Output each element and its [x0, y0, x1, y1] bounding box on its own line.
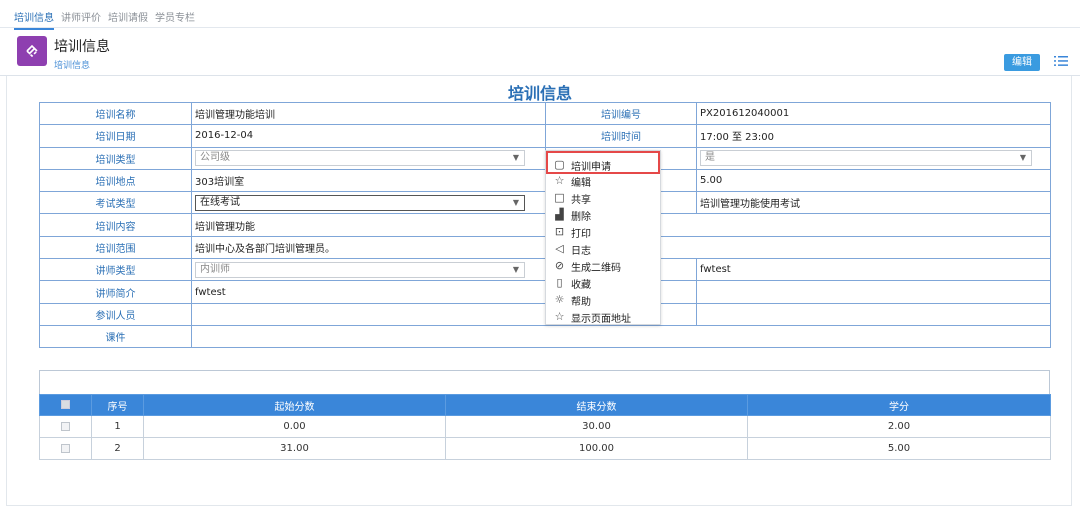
lecturer-value: fwtest	[696, 258, 1051, 282]
end-score: 30.00	[445, 415, 748, 438]
select-all-checkbox[interactable]	[61, 400, 70, 409]
field-label: 讲师简介	[39, 280, 192, 304]
menu-item-share[interactable]: □ 共享	[546, 189, 662, 206]
row-number: 2	[91, 437, 144, 460]
training-number-value: PX201612040001	[696, 101, 1051, 126]
star-icon: ☆	[554, 174, 565, 187]
table-row: 1 0.00 30.00 2.00	[39, 415, 1051, 438]
bar-chart-icon: ▟	[555, 208, 564, 221]
credit-value: 5.00	[696, 168, 1051, 193]
tab-lecturer-evaluation[interactable]: 讲师评价	[61, 9, 101, 24]
row-checkbox[interactable]	[61, 421, 70, 431]
courseware-value	[191, 324, 1051, 349]
training-type-select[interactable]: 公司级 ▼	[195, 150, 525, 167]
form-row: 培训日期 2016-12-04 培训时间 17:00 至 23:00	[39, 124, 1051, 148]
column-header: 序号	[91, 394, 144, 416]
breadcrumb[interactable]: 培训信息	[54, 58, 90, 71]
field-label: 培训时间	[545, 124, 697, 148]
table-row: 2 31.00 100.00 5.00	[39, 437, 1051, 460]
menu-item-log[interactable]: ◁ 日志	[546, 240, 662, 257]
window-icon: □	[554, 191, 565, 204]
send-icon: ◁	[555, 242, 564, 255]
credit: 5.00	[747, 437, 1051, 460]
chevron-down-icon: ▼	[512, 264, 519, 274]
column-header: 结束分数	[445, 394, 748, 416]
menu-item-edit[interactable]: ☆ 编辑	[546, 172, 662, 189]
list-menu-icon[interactable]	[1053, 53, 1069, 69]
field-label: 培训名称	[39, 101, 192, 126]
star-outline-icon: ☆	[554, 310, 565, 323]
yes-no-select[interactable]: 是 ▼	[700, 150, 1032, 167]
field-label: 讲师类型	[39, 258, 192, 282]
column-header: 起始分数	[143, 394, 446, 416]
field-label: 培训类型	[39, 146, 192, 170]
top-tab-bar: 培训信息 讲师评价 培训请假 学员专栏	[0, 0, 1080, 30]
menu-item-qrcode[interactable]: ⊘ 生成二维码	[546, 257, 662, 274]
field-label: 培训地点	[39, 168, 192, 193]
field-label: 培训内容	[39, 213, 192, 237]
field-label: 培训日期	[39, 124, 192, 148]
edit-button[interactable]: 编辑	[1004, 54, 1040, 71]
lecturer-intro-value: fwtest	[191, 280, 546, 304]
start-score: 0.00	[143, 415, 446, 438]
score-table: 序号 起始分数 结束分数 学分 1 0.00 30.00 2.00 2 31.0…	[39, 394, 1051, 460]
tab-training-leave[interactable]: 培训请假	[108, 9, 148, 24]
exam-value: 培训管理功能使用考试	[696, 191, 1051, 215]
row-checkbox[interactable]	[61, 443, 70, 453]
chevron-down-icon: ▼	[1019, 153, 1026, 163]
select-value: 公司级	[200, 152, 230, 164]
end-score: 100.00	[445, 437, 748, 460]
credit: 2.00	[747, 415, 1051, 438]
exam-type-select[interactable]: 在线考试 ▼	[195, 194, 525, 211]
menu-item-help[interactable]: ☼ 帮助	[546, 291, 662, 308]
menu-item-favorite[interactable]: ▯ 收藏	[546, 274, 662, 291]
menu-item-delete[interactable]: ▟ 删除	[546, 206, 662, 223]
check-circle-icon: ⊘	[554, 259, 565, 272]
score-grid: 序号 起始分数 结束分数 学分 1 0.00 30.00 2.00 2 31.0…	[39, 370, 1051, 460]
menu-item-show-url[interactable]: ☆ 显示页面地址	[546, 308, 662, 325]
select-value: 在线考试	[200, 196, 240, 208]
training-location-value: 303培训室	[191, 168, 546, 193]
tab-training-info[interactable]: 培训信息	[14, 9, 54, 30]
context-menu: ▢ 培训申请 ☆ 编辑 □ 共享 ▟ 删除 ⊡ 打印 ◁ 日志 ⊘ 生成二维码 …	[545, 150, 661, 325]
field-label: 考试类型	[39, 191, 192, 215]
form-title: 培训信息	[507, 84, 572, 103]
field-label: 培训编号	[545, 101, 697, 126]
field-label: 参训人员	[39, 302, 192, 326]
form-row: 培训名称 培训管理功能培训 培训编号 PX201612040001	[39, 101, 1051, 126]
app-logo-icon	[17, 36, 47, 66]
grid-toolbar	[39, 370, 1050, 394]
menu-item-print[interactable]: ⊡ 打印	[546, 223, 662, 240]
chevron-down-icon: ▼	[512, 197, 519, 207]
print-icon: ⊡	[554, 225, 565, 238]
sun-icon: ☼	[554, 293, 565, 306]
page-title: 培训信息	[54, 39, 110, 55]
menu-highlight-box	[546, 151, 660, 174]
field-label: 课件	[39, 324, 192, 349]
training-name-value: 培训管理功能培训	[191, 101, 546, 126]
tab-student-column[interactable]: 学员专栏	[155, 9, 195, 24]
table-header-row: 序号 起始分数 结束分数 学分	[39, 394, 1051, 416]
field-label: 培训范围	[39, 235, 192, 260]
page-header: 培训信息 培训信息 编辑	[0, 28, 1080, 76]
training-date-value: 2016-12-04	[191, 124, 546, 148]
document-icon: ▯	[556, 276, 563, 289]
chevron-down-icon: ▼	[512, 153, 519, 163]
select-value: 内训师	[200, 263, 230, 275]
form-row: 课件	[39, 324, 1051, 349]
lecturer-type-select[interactable]: 内训师 ▼	[195, 261, 525, 278]
training-time-value: 17:00 至 23:00	[696, 124, 1051, 148]
start-score: 31.00	[143, 437, 446, 460]
row-number: 1	[91, 415, 144, 438]
participants-value	[191, 302, 546, 326]
column-header: 学分	[747, 394, 1051, 416]
select-value: 是	[705, 152, 715, 164]
